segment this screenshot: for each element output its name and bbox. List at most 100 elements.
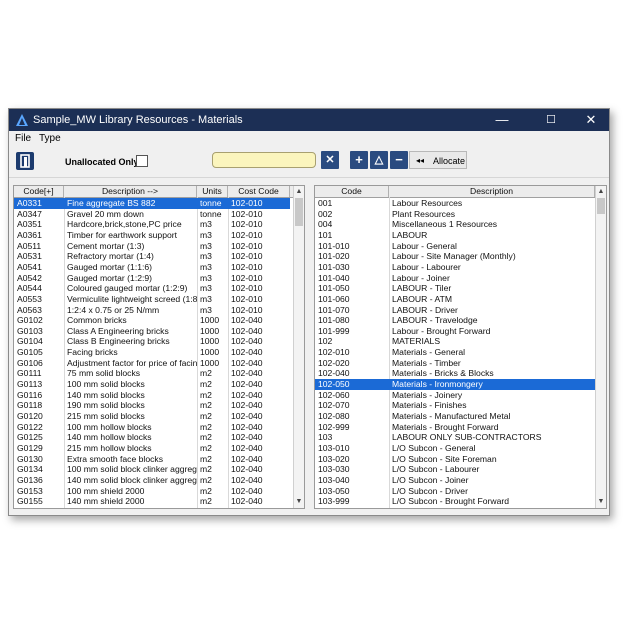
table-row[interactable]: G0106 Adjustment factor for price of faci… [14, 358, 290, 369]
table-row[interactable]: A0563 1:2:4 x 0.75 or 25 N/mm m3 102-010 [14, 305, 290, 316]
table-row[interactable]: A0544 Coloured gauged mortar (1:2:9) m3 102… [14, 283, 290, 294]
table-row[interactable]: 102-080 Materials - Manufactured Metal [315, 411, 595, 422]
column-header-code[interactable]: Code[+] [14, 186, 64, 197]
table-row[interactable]: G0113 100 mm solid blocks m2 102-040 [14, 379, 290, 390]
cell-units: m3 [200, 251, 212, 262]
table-row[interactable]: A0347 Gravel 20 mm down tonne 102-010 [14, 209, 290, 220]
menu-bar: File Type [9, 131, 609, 147]
table-row[interactable]: 101-060 LABOUR - ATM [315, 294, 595, 305]
table-row[interactable]: 001 Labour Resources [315, 198, 595, 209]
table-row[interactable]: G0136 140 mm solid block clinker aggregat… [14, 475, 290, 486]
table-row[interactable]: 101-020 Labour - Site Manager (Monthly) [315, 251, 595, 262]
table-row[interactable]: A0541 Gauged mortar (1:1:6) m3 102-010 [14, 262, 290, 273]
table-row[interactable]: 103-010 L/O Subcon - General [315, 443, 595, 454]
search-input[interactable] [212, 152, 316, 168]
window-title: Sample_MW Library Resources - Materials [33, 114, 243, 126]
table-row[interactable]: 101-010 Labour - General [315, 241, 595, 252]
unallocated-only-checkbox[interactable] [136, 155, 148, 167]
table-row[interactable]: 102-060 Materials - Joinery [315, 390, 595, 401]
table-row[interactable]: 102-040 Materials - Bricks & Blocks [315, 368, 595, 379]
table-row[interactable]: 101-070 LABOUR - Driver [315, 305, 595, 316]
column-header-units[interactable]: Units [197, 186, 228, 197]
scroll-up-icon[interactable]: ▲ [294, 187, 304, 197]
table-row[interactable]: A0553 Vermiculite lightweight screed (1:8… [14, 294, 290, 305]
cell-code: 103-030 [318, 464, 350, 475]
table-row[interactable]: 102-050 Materials - Ironmongery [315, 379, 595, 390]
table-row[interactable]: G0102 Common bricks 1000 102-040 [14, 315, 290, 326]
table-row[interactable]: 103-040 L/O Subcon - Joiner [315, 475, 595, 486]
remove-button[interactable]: − [390, 151, 408, 169]
table-row[interactable]: A0361 Timber for earthwork support m3 102-0… [14, 230, 290, 241]
cell-cost-code: 102-010 [231, 198, 263, 208]
add-button[interactable]: + [350, 151, 368, 169]
close-button[interactable]: ✕ [573, 109, 609, 131]
cell-description: 100 mm solid blocks [67, 379, 145, 390]
table-row[interactable]: G0134 100 mm solid block clinker aggregat… [14, 464, 290, 475]
table-row[interactable]: 004 Miscellaneous 1 Resources [315, 219, 595, 230]
table-row[interactable]: G0122 100 mm hollow blocks m2 102-040 [14, 422, 290, 433]
table-row[interactable]: 102 MATERIALS [315, 336, 595, 347]
cell-code: 101-030 [318, 261, 350, 272]
table-row[interactable]: G0105 Facing bricks 1000 102-040 [14, 347, 290, 358]
table-row[interactable]: G0104 Class B Engineering bricks 1000 102-0… [14, 336, 290, 347]
minimize-button[interactable]: — [484, 109, 520, 131]
scroll-down-icon[interactable]: ▼ [596, 497, 606, 507]
cell-description: MATERIALS [392, 336, 441, 347]
table-row[interactable]: 101-040 Labour - Joiner [315, 273, 595, 284]
menu-type[interactable]: Type [39, 133, 61, 144]
column-header-description[interactable]: Description [389, 186, 595, 197]
table-row[interactable]: 103-999 L/O Subcon - Brought Forward [315, 496, 595, 507]
title-bar[interactable]: Sample_MW Library Resources - Materials … [9, 109, 609, 131]
table-row[interactable]: G0103 Class A Engineering bricks 1000 102-0… [14, 326, 290, 337]
table-row[interactable]: 002 Plant Resources [315, 209, 595, 220]
table-row[interactable]: 103-020 L/O Subcon - Site Foreman [315, 454, 595, 465]
table-row[interactable]: G0125 140 mm hollow blocks m2 102-040 [14, 432, 290, 443]
scroll-thumb[interactable] [597, 198, 605, 214]
table-row[interactable]: G0155 140 mm shield 2000 m2 102-040 [14, 496, 290, 507]
clear-search-button[interactable]: ✕ [321, 151, 339, 169]
resources-grid[interactable]: Code[+] Description --> Units Cost Code ▲ ▼… [13, 185, 305, 509]
table-row[interactable]: G0116 140 mm solid blocks m2 102-040 [14, 390, 290, 401]
table-row[interactable]: G0111 75 mm solid blocks m2 102-040 [14, 368, 290, 379]
table-row[interactable]: G0118 190 mm solid blocks m2 102-040 [14, 400, 290, 411]
table-row[interactable]: 101 LABOUR [315, 230, 595, 241]
table-row[interactable]: G0153 100 mm shield 2000 m2 102-040 [14, 486, 290, 497]
cell-cost-code: 102-040 [231, 400, 263, 411]
cell-units: m2 [200, 432, 212, 443]
scroll-thumb[interactable] [295, 198, 303, 226]
table-row[interactable]: 101-030 Labour - Labourer [315, 262, 595, 273]
table-row[interactable]: A0331 Fine aggregate BS 882 tonne 102-010 [14, 198, 290, 209]
scroll-up-icon[interactable]: ▲ [596, 187, 606, 197]
table-row[interactable]: 101-080 LABOUR - Travelodge [315, 315, 595, 326]
column-header-cost-code[interactable]: Cost Code [228, 186, 290, 197]
maximize-button[interactable]: ☐ [533, 109, 569, 131]
table-row[interactable]: G0129 215 mm hollow blocks m2 102-040 [14, 443, 290, 454]
table-row[interactable]: 103 LABOUR ONLY SUB-CONTRACTORS [315, 432, 595, 443]
allocate-button[interactable]: ◂◂ Allocate [409, 151, 467, 169]
table-row[interactable]: 101-999 Labour - Brought Forward [315, 326, 595, 337]
table-row[interactable]: 102-070 Materials - Finishes [315, 400, 595, 411]
exit-button[interactable] [16, 152, 34, 170]
scroll-down-icon[interactable]: ▼ [294, 497, 304, 507]
cell-code: G0102 [17, 315, 43, 326]
cost-codes-grid[interactable]: Code Description ▲ ▼ 001 Labour Resources 0… [314, 185, 607, 509]
table-row[interactable]: A0531 Refractory mortar (1:4) m3 102-010 [14, 251, 290, 262]
cost-codes-scrollbar[interactable]: ▲ ▼ [595, 186, 606, 508]
table-row[interactable]: A0351 Hardcore,brick,stone,PC price m3 102-… [14, 219, 290, 230]
menu-file[interactable]: File [15, 133, 31, 144]
column-header-code[interactable]: Code [315, 186, 389, 197]
move-up-button[interactable]: △ [370, 151, 388, 169]
cell-units: 1000 [200, 315, 220, 326]
table-row[interactable]: A0511 Cement mortar (1:3) m3 102-010 [14, 241, 290, 252]
table-row[interactable]: 102-020 Materials - Timber [315, 358, 595, 369]
table-row[interactable]: 103-030 L/O Subcon - Labourer [315, 464, 595, 475]
table-row[interactable]: G0120 215 mm solid blocks m2 102-040 [14, 411, 290, 422]
table-row[interactable]: 101-050 LABOUR - Tiler [315, 283, 595, 294]
table-row[interactable]: 102-010 Materials - General [315, 347, 595, 358]
table-row[interactable]: A0542 Gauged mortar (1:2:9) m3 102-010 [14, 273, 290, 284]
resources-scrollbar[interactable]: ▲ ▼ [293, 186, 304, 508]
table-row[interactable]: G0130 Extra smooth face blocks m2 102-040 [14, 454, 290, 465]
table-row[interactable]: 103-050 L/O Subcon - Driver [315, 486, 595, 497]
column-header-description[interactable]: Description --> [64, 186, 197, 197]
table-row[interactable]: 102-999 Materials - Brought Forward [315, 422, 595, 433]
